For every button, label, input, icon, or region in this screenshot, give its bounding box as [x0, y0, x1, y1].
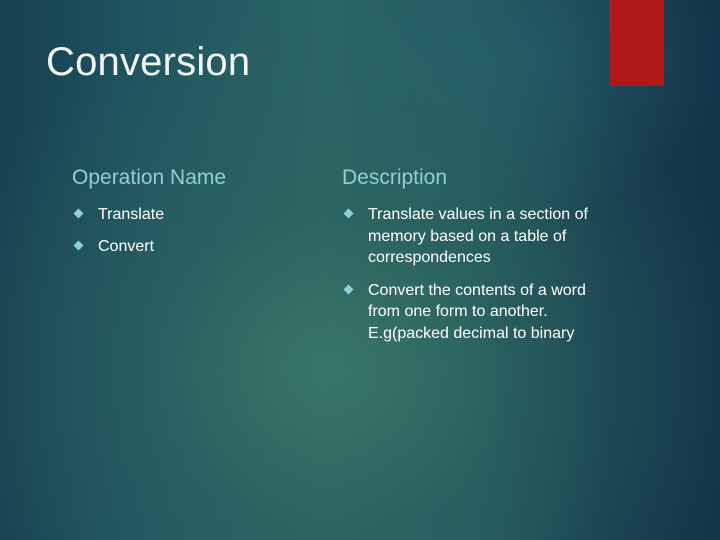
list-item: Convert [72, 236, 312, 258]
diamond-bullet-icon [73, 240, 84, 250]
list-item-text: Convert [98, 237, 155, 255]
diamond-bullet-icon [343, 208, 354, 219]
list-item: Translate [72, 204, 312, 226]
list-item-text: Translate [98, 206, 165, 223]
column-header: Operation Name [72, 166, 227, 189]
accent-bar [609, 0, 664, 86]
slide-title: Conversion [46, 40, 251, 84]
column-header: Description [342, 166, 448, 189]
list-item-text: Translate values in a section of memory … [368, 206, 588, 266]
list-item-text: Convert the contents of a word from one … [368, 281, 586, 342]
operation-name-column: Operation Name Translate Convert [72, 164, 312, 267]
operation-list: Translate Convert [72, 204, 312, 257]
list-item: Translate values in a section of memory … [342, 204, 592, 269]
slide: Conversion Operation Name Translate Conv… [0, 0, 720, 540]
description-column: Description Translate values in a sectio… [342, 164, 592, 355]
description-list: Translate values in a section of memory … [342, 204, 592, 344]
list-item: Convert the contents of a word from one … [342, 280, 592, 345]
diamond-bullet-icon [73, 208, 84, 219]
diamond-bullet-icon [343, 284, 354, 294]
